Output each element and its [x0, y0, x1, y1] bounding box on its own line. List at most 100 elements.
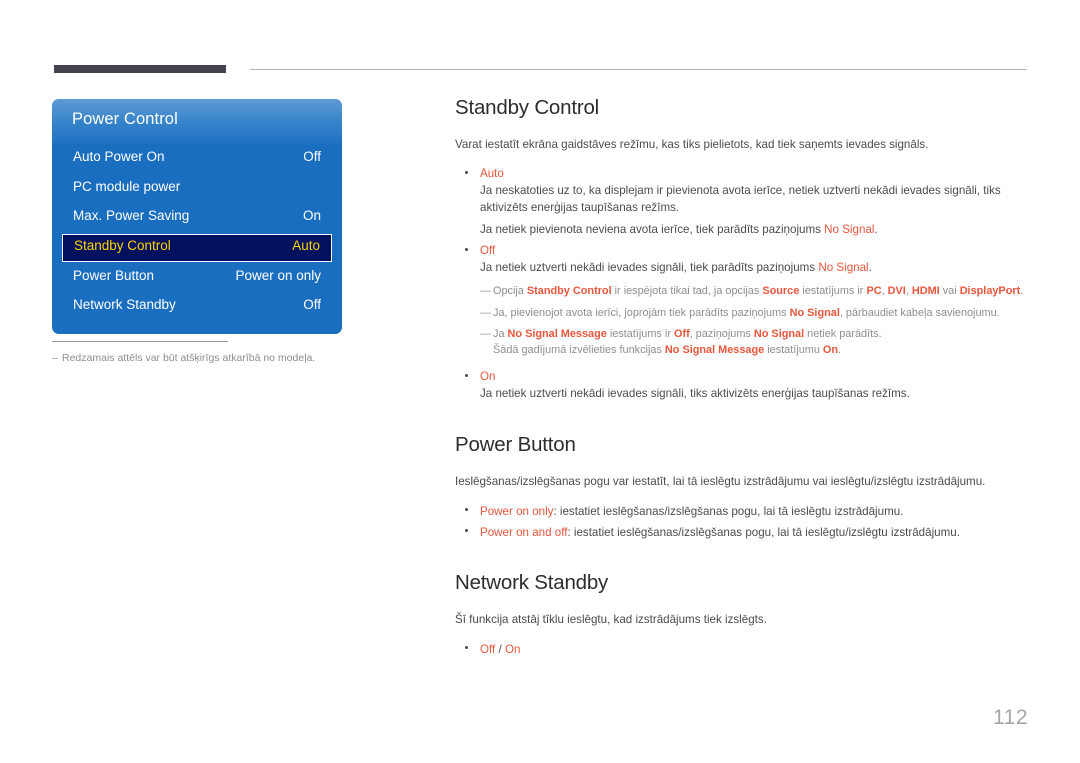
option-label-auto: Auto [480, 167, 504, 180]
note-dash-icon: ― [480, 306, 491, 319]
note-bold-no-signal-message: No Signal Message [664, 343, 765, 356]
standby-control-intro: Varat iestatīt ekrāna gaidstāves režīmu,… [455, 138, 929, 151]
note-seg: ir iespējota tikai tad, ja opcijas [611, 285, 763, 297]
note-seg: . [1020, 285, 1024, 297]
osd-row-pc-module-power[interactable]: PC module power [62, 174, 332, 204]
note-bold-no-signal-message: No Signal Message [507, 328, 607, 340]
standby-control-options-list: Auto Ja neskatoties uz to, ka displejam … [455, 165, 1030, 276]
note-seg: Ja [493, 328, 508, 340]
standby-control-options-list-2: On Ja netiek uztverti nekādi ievades sig… [455, 368, 1030, 403]
content-column: Standby Control Varat iestatīt ekrāna ga… [455, 96, 1030, 661]
osd-row-label: Standby Control [74, 238, 171, 253]
osd-row-value: Power on only [235, 267, 321, 283]
osd-menu-title: Power Control [72, 110, 178, 128]
option-power-on-only: Power on only: iestatiet ieslēgšanas/izs… [480, 505, 903, 518]
bullet-dot-icon [465, 247, 468, 251]
bullet-dot-icon [465, 645, 468, 649]
osd-row-label: PC module power [73, 178, 181, 194]
section-title-standby-control: Standby Control [455, 96, 600, 119]
footnote-divider [52, 341, 228, 342]
osd-menu-body: Auto Power On Off PC module power Max. P… [52, 144, 342, 322]
note-item-no-signal-message: ― Ja No Signal Message iestatījums ir Of… [455, 327, 1030, 358]
note-bold-dvi: DVI [887, 285, 906, 297]
option-desc: : iestatiet ieslēgšanas/izslēgšanas pogu… [567, 525, 960, 539]
power-button-intro: Ieslēgšanas/izslēgšanas pogu var iestatī… [455, 474, 986, 488]
osd-row-max-power-saving[interactable]: Max. Power Saving On [62, 203, 332, 233]
note-seg: iestatījums ir [799, 285, 867, 297]
image-footnote: ‒ Redzamais attēls var būt atšķirīgs atka… [52, 341, 362, 365]
note-dash-icon: ― [480, 328, 491, 340]
note-seg: . [838, 343, 842, 356]
list-item-on: On Ja netiek uztverti nekādi ievades sig… [455, 368, 1030, 403]
highlight-power-on-only: Power on only [480, 504, 554, 518]
note-seg: vai [939, 285, 960, 297]
note-bold-on: On [822, 343, 839, 356]
list-item-auto: Auto Ja neskatoties uz to, ka displejam … [455, 165, 1030, 239]
osd-row-standby-control[interactable]: Standby Control Auto [62, 233, 332, 262]
highlight-off: Off [480, 642, 496, 656]
bullet-dot-icon [465, 374, 468, 377]
note-seg: , pārbaudiet kabeļa savienojumu. [839, 306, 1000, 319]
osd-row-label: Auto Power On [73, 149, 165, 164]
text-pre: Ja netiek pievienota neviena avota ierīc… [480, 223, 825, 236]
osd-row-label: Power Button [73, 267, 155, 283]
note-item-source-requirement: ― Opcija Standby Control ir iespējota ti… [455, 284, 1030, 300]
standby-control-notes-list: ― Opcija Standby Control ir iespējota ti… [455, 284, 1030, 358]
text-pre: Ja netiek uztverti nekādi ievades signāl… [480, 260, 819, 274]
list-item-power-on-only: Power on only: iestatiet ieslēgšanas/izs… [455, 502, 1030, 520]
note-bold-off: Off [673, 328, 690, 340]
list-item-off-on: Off / On [455, 640, 1030, 658]
note-dash-icon: ― [480, 285, 491, 297]
note-text-source-requirement: Opcija Standby Control ir iespējota tika… [493, 284, 1030, 300]
note-seg: iestatījums ir [606, 328, 674, 340]
header-bar-dark [54, 65, 226, 73]
footnote-text: ‒ Redzamais attēls var būt atšķirīgs atka… [52, 351, 362, 365]
section-title-power-button: Power Button [455, 432, 576, 456]
osd-row-label: Max. Power Saving [73, 208, 190, 223]
note-bold-pc: PC [866, 285, 882, 297]
note-seg: , paziņojums [689, 328, 754, 340]
highlight-power-on-and-off: Power on and off [480, 525, 568, 539]
note-seg: Opcija [493, 285, 527, 297]
section-title-network-standby: Network Standby [455, 570, 609, 594]
note-bold-hdmi: HDMI [911, 285, 940, 297]
option-separator: / [495, 642, 505, 656]
network-standby-intro: Šī funkcija atstāj tīklu ieslēgtu, kad i… [455, 612, 767, 626]
note-seg: iestatījumu [764, 343, 823, 356]
list-item-power-on-and-off: Power on and off: iestatiet ieslēgšanas/… [455, 523, 1030, 541]
osd-row-value: Off [303, 297, 321, 312]
option-label-off: Off [480, 243, 496, 257]
note-seg: netiek parādīts. [804, 328, 882, 340]
osd-row-auto-power-on[interactable]: Auto Power On Off [62, 144, 332, 174]
option-desc-on: Ja netiek uztverti nekādi ievades signāl… [480, 387, 910, 400]
page-header-rule [54, 65, 1027, 77]
footnote-dash-marker: ‒ [52, 352, 58, 364]
option-desc-auto-1: Ja neskatoties uz to, ka displejam ir pi… [480, 184, 1001, 214]
note-seg: Ja, pievienojot avota ierīci, joprojām t… [493, 306, 790, 319]
highlight-no-signal: No Signal [824, 223, 875, 236]
option-desc-off: Ja netiek uztverti nekādi ievades signāl… [480, 260, 1030, 277]
osd-row-value: Off [303, 149, 321, 164]
note-seg: Šādā gadījumā izvēlieties funkcijas [493, 343, 665, 356]
list-item-off: Off Ja netiek uztverti nekādi ievades si… [455, 242, 1030, 277]
highlight-on: On [504, 642, 521, 656]
option-power-on-and-off: Power on and off: iestatiet ieslēgšanas/… [480, 526, 960, 539]
text-post: . [874, 223, 878, 236]
option-desc-auto-2: Ja netiek pievienota neviena avota ierīc… [480, 222, 1030, 239]
osd-row-network-standby[interactable]: Network Standby Off [62, 292, 332, 322]
bullet-dot-icon [465, 528, 468, 532]
header-bar-thin [250, 69, 1027, 70]
note-bold-no-signal: No Signal [789, 306, 840, 319]
bullet-dot-icon [465, 171, 468, 174]
note-text-no-signal-message-line2: Šādā gadījumā izvēlieties funkcijas No S… [493, 343, 1030, 359]
option-off-on: Off / On [480, 643, 520, 656]
note-bold-standby-control: Standby Control [526, 285, 612, 297]
note-item-check-cable: ― Ja, pievienojot avota ierīci, joprojām… [455, 306, 1030, 322]
osd-row-power-button[interactable]: Power Button Power on only [62, 263, 332, 293]
footnote-label: Redzamais attēls var būt atšķirīgs atkar… [62, 352, 316, 364]
network-standby-options-list: Off / On [455, 640, 1030, 658]
osd-row-value: Auto [292, 238, 320, 253]
power-button-options-list: Power on only : iestatiet ieslēgšanas/izs… [455, 502, 1030, 541]
text-post: . [868, 260, 872, 274]
note-bold-no-signal: No Signal [753, 328, 805, 340]
